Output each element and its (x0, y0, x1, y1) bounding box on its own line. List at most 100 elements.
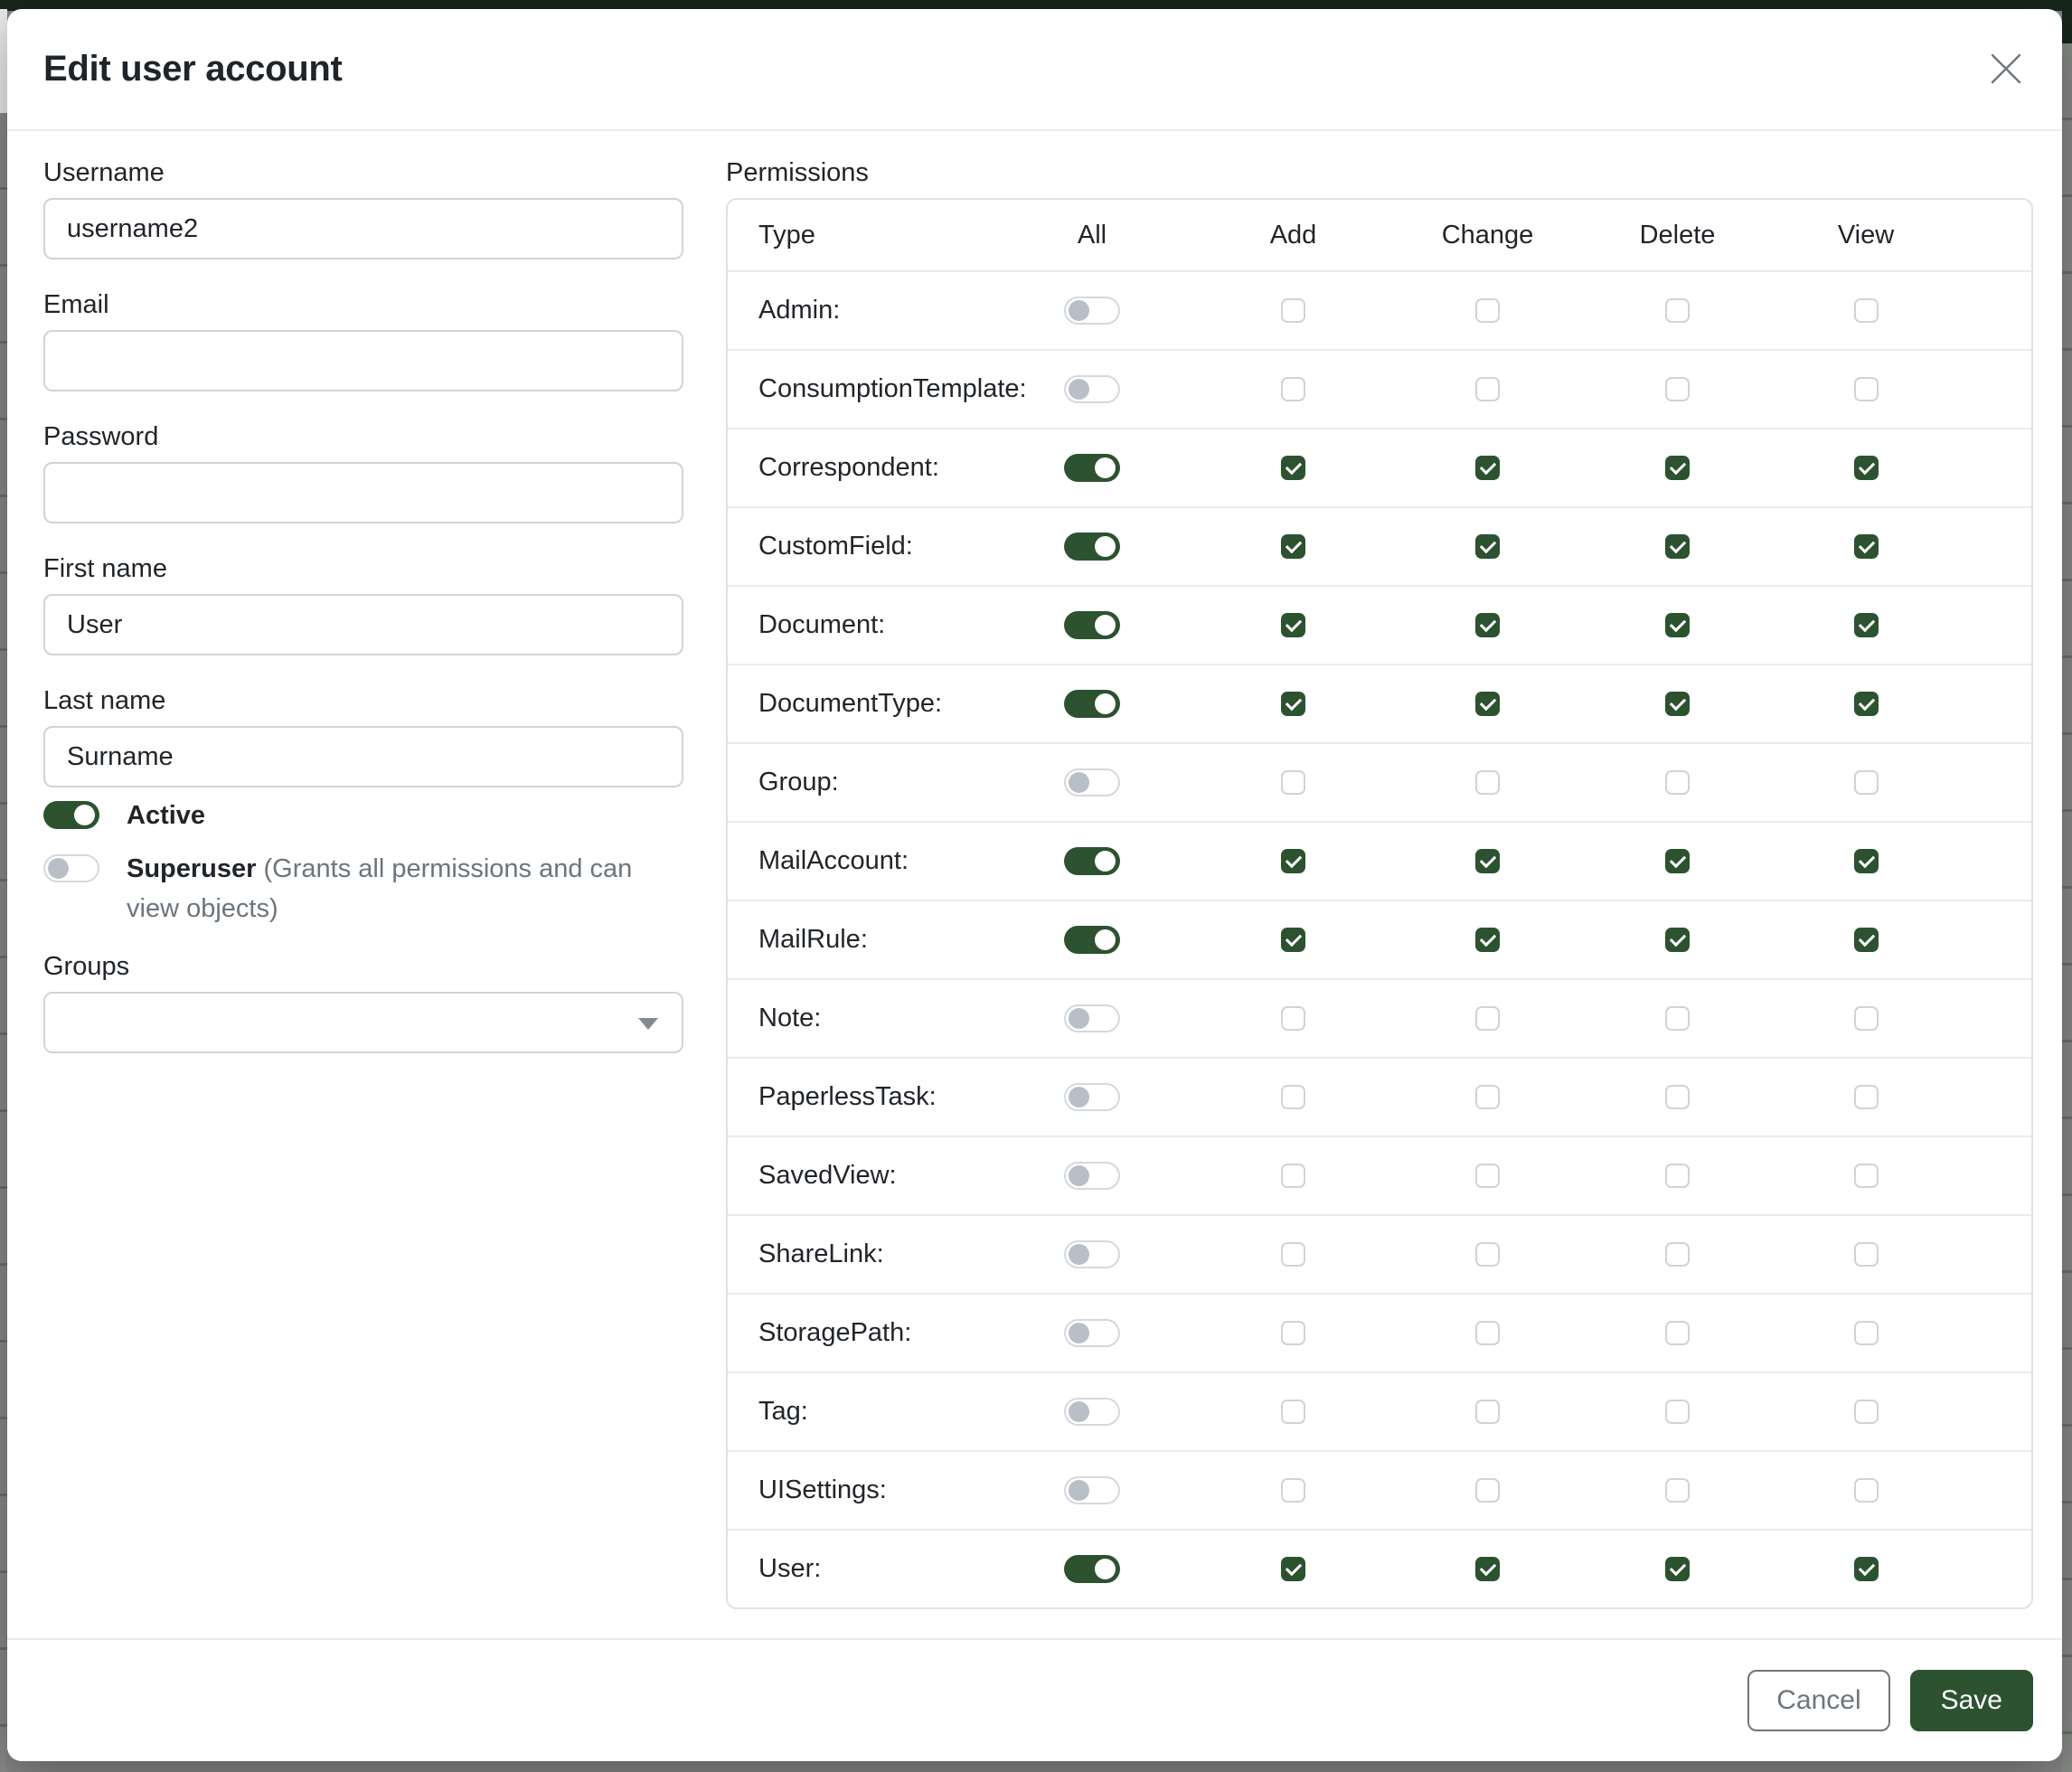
add-checkbox[interactable] (1281, 377, 1305, 401)
delete-checkbox[interactable] (1665, 613, 1690, 637)
change-checkbox[interactable] (1475, 377, 1500, 401)
delete-checkbox[interactable] (1665, 534, 1690, 559)
all-toggle[interactable] (1064, 297, 1120, 325)
add-checkbox[interactable] (1281, 770, 1305, 795)
view-checkbox[interactable] (1854, 1557, 1879, 1581)
view-checkbox[interactable] (1854, 1400, 1879, 1424)
view-checkbox[interactable] (1854, 692, 1879, 716)
password-field[interactable] (43, 462, 683, 523)
view-checkbox[interactable] (1854, 456, 1879, 480)
all-toggle[interactable] (1064, 926, 1120, 954)
permission-type-label: MailAccount: (728, 846, 988, 876)
delete-checkbox[interactable] (1665, 1400, 1690, 1424)
all-toggle[interactable] (1064, 375, 1120, 403)
view-checkbox[interactable] (1854, 534, 1879, 559)
active-toggle[interactable] (43, 801, 99, 829)
all-toggle[interactable] (1064, 533, 1120, 561)
change-checkbox[interactable] (1475, 1085, 1500, 1109)
view-checkbox[interactable] (1854, 1006, 1879, 1031)
close-button[interactable] (1986, 49, 2026, 89)
add-checkbox[interactable] (1281, 1006, 1305, 1031)
view-checkbox[interactable] (1854, 770, 1879, 795)
add-checkbox[interactable] (1281, 849, 1305, 873)
all-toggle[interactable] (1064, 1083, 1120, 1111)
change-checkbox[interactable] (1475, 534, 1500, 559)
delete-checkbox[interactable] (1665, 770, 1690, 795)
delete-checkbox[interactable] (1665, 1006, 1690, 1031)
delete-checkbox[interactable] (1665, 298, 1690, 323)
add-checkbox[interactable] (1281, 298, 1305, 323)
delete-checkbox[interactable] (1665, 1085, 1690, 1109)
view-checkbox[interactable] (1854, 849, 1879, 873)
view-checkbox[interactable] (1854, 613, 1879, 637)
add-checkbox[interactable] (1281, 1400, 1305, 1424)
change-checkbox[interactable] (1475, 770, 1500, 795)
view-checkbox[interactable] (1854, 377, 1879, 401)
all-toggle[interactable] (1064, 1555, 1120, 1583)
view-checkbox[interactable] (1854, 1164, 1879, 1188)
delete-checkbox[interactable] (1665, 1164, 1690, 1188)
superuser-row: Superuser (Grants all permissions and ca… (43, 854, 683, 928)
last-name-field[interactable] (43, 726, 683, 787)
view-checkbox[interactable] (1854, 1321, 1879, 1345)
change-checkbox[interactable] (1475, 1478, 1500, 1503)
add-checkbox[interactable] (1281, 928, 1305, 952)
add-checkbox[interactable] (1281, 1557, 1305, 1581)
all-toggle[interactable] (1064, 611, 1120, 639)
delete-checkbox[interactable] (1665, 692, 1690, 716)
groups-select[interactable] (43, 992, 683, 1053)
add-checkbox[interactable] (1281, 534, 1305, 559)
view-checkbox[interactable] (1854, 298, 1879, 323)
change-checkbox[interactable] (1475, 1321, 1500, 1345)
add-checkbox[interactable] (1281, 1085, 1305, 1109)
password-label: Password (43, 424, 683, 449)
delete-checkbox[interactable] (1665, 928, 1690, 952)
change-checkbox[interactable] (1475, 1242, 1500, 1267)
add-checkbox[interactable] (1281, 1478, 1305, 1503)
email-field[interactable] (43, 330, 683, 391)
add-checkbox[interactable] (1281, 456, 1305, 480)
change-checkbox[interactable] (1475, 849, 1500, 873)
change-checkbox[interactable] (1475, 1006, 1500, 1031)
delete-checkbox[interactable] (1665, 849, 1690, 873)
all-toggle[interactable] (1064, 454, 1120, 482)
view-checkbox[interactable] (1854, 928, 1879, 952)
add-checkbox[interactable] (1281, 1242, 1305, 1267)
save-button[interactable]: Save (1910, 1670, 2033, 1731)
change-checkbox[interactable] (1475, 456, 1500, 480)
all-toggle[interactable] (1064, 1476, 1120, 1504)
all-toggle[interactable] (1064, 1162, 1120, 1190)
delete-checkbox[interactable] (1665, 377, 1690, 401)
add-checkbox[interactable] (1281, 1321, 1305, 1345)
delete-checkbox[interactable] (1665, 1478, 1690, 1503)
all-toggle[interactable] (1064, 768, 1120, 796)
change-checkbox[interactable] (1475, 928, 1500, 952)
view-checkbox[interactable] (1854, 1478, 1879, 1503)
all-toggle[interactable] (1064, 1398, 1120, 1426)
delete-checkbox[interactable] (1665, 1321, 1690, 1345)
add-checkbox[interactable] (1281, 692, 1305, 716)
delete-checkbox[interactable] (1665, 456, 1690, 480)
view-checkbox[interactable] (1854, 1242, 1879, 1267)
change-checkbox[interactable] (1475, 1557, 1500, 1581)
superuser-toggle[interactable] (43, 854, 99, 882)
view-checkbox[interactable] (1854, 1085, 1879, 1109)
all-toggle[interactable] (1064, 847, 1120, 875)
change-checkbox[interactable] (1475, 1400, 1500, 1424)
groups-label: Groups (43, 954, 683, 979)
change-checkbox[interactable] (1475, 298, 1500, 323)
add-checkbox[interactable] (1281, 1164, 1305, 1188)
add-checkbox[interactable] (1281, 613, 1305, 637)
delete-checkbox[interactable] (1665, 1242, 1690, 1267)
all-toggle[interactable] (1064, 1004, 1120, 1032)
cancel-button[interactable]: Cancel (1747, 1670, 1889, 1731)
change-checkbox[interactable] (1475, 1164, 1500, 1188)
first-name-field[interactable] (43, 594, 683, 655)
change-checkbox[interactable] (1475, 692, 1500, 716)
all-toggle[interactable] (1064, 690, 1120, 718)
change-checkbox[interactable] (1475, 613, 1500, 637)
all-toggle[interactable] (1064, 1240, 1120, 1268)
username-input[interactable] (43, 198, 683, 259)
all-toggle[interactable] (1064, 1319, 1120, 1347)
delete-checkbox[interactable] (1665, 1557, 1690, 1581)
